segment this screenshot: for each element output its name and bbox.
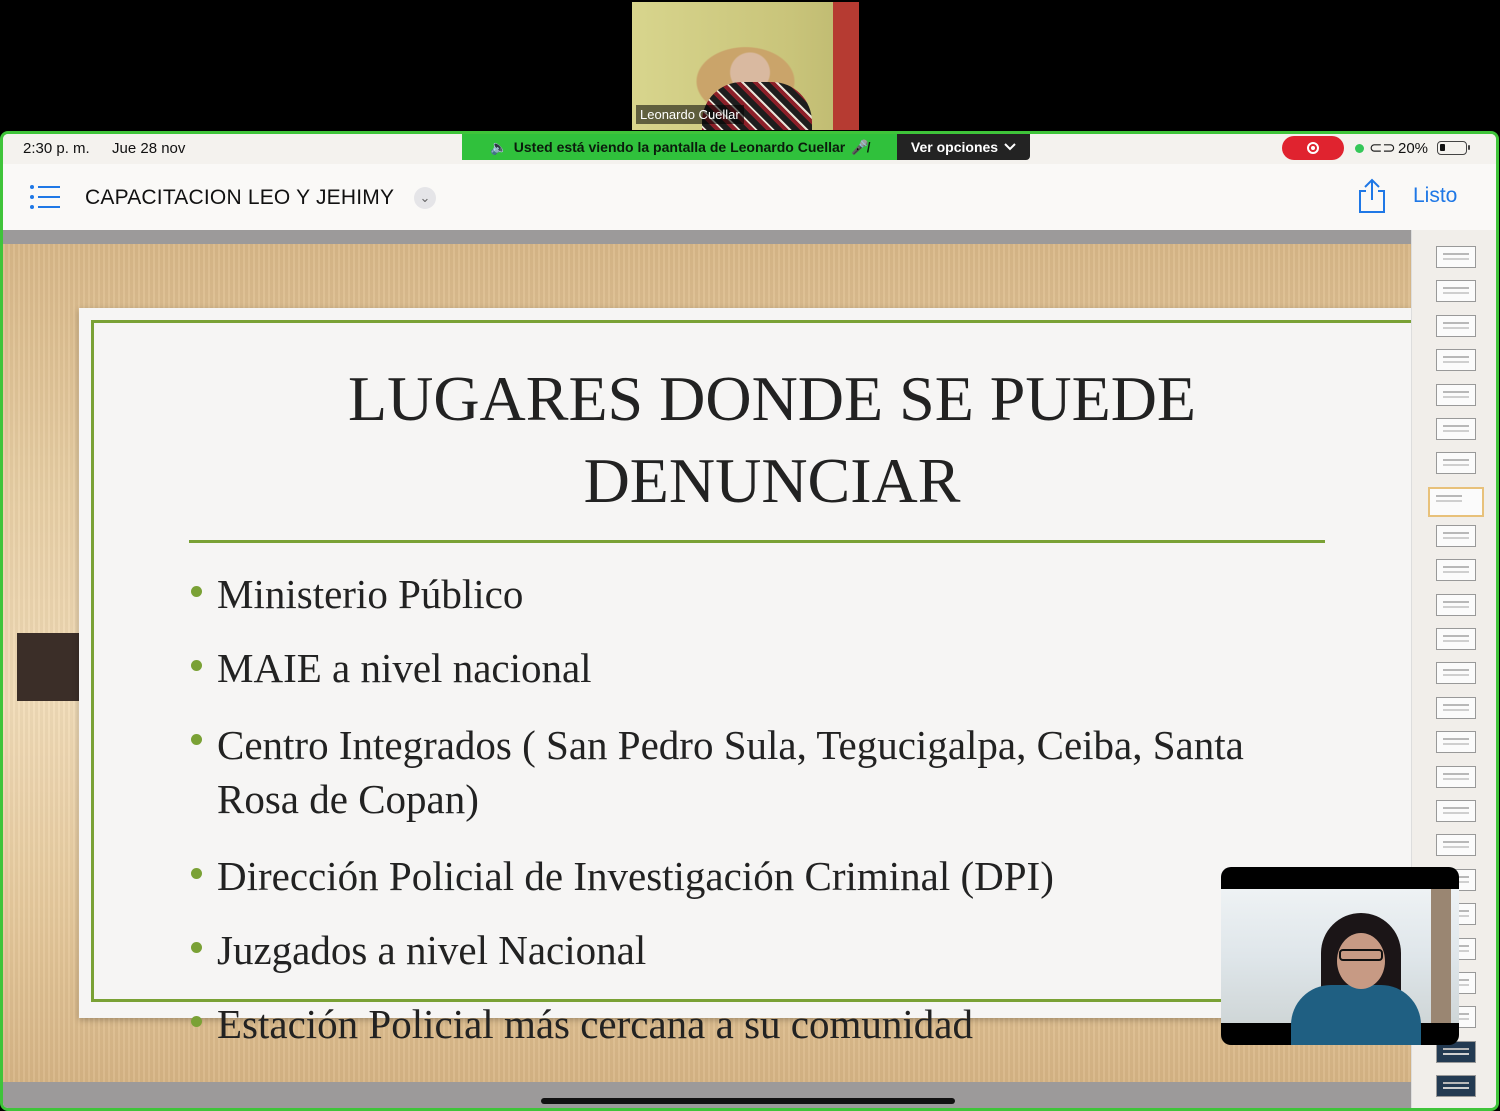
view-options-label: Ver opciones	[910, 139, 999, 155]
share-icon[interactable]	[1356, 178, 1388, 214]
bullet-dot	[191, 942, 202, 953]
slide-canvas: LUGARES DONDE SE PUEDE DENUNCIAR Ministe…	[3, 230, 1411, 1108]
bullet-text: Ministerio Público	[217, 571, 524, 617]
bullet-dot	[191, 660, 202, 671]
chevron-down-icon[interactable]: ⌄	[414, 187, 436, 209]
slide-thumbnail[interactable]	[1436, 559, 1476, 582]
bullet-list: Ministerio Público MAIE a nivel nacional…	[189, 570, 1317, 1048]
bullet-text: Centro Integrados ( San Pedro Sula, Tegu…	[217, 722, 1244, 822]
slide-thumbnail[interactable]	[1436, 246, 1476, 268]
background-door	[833, 2, 859, 130]
slide-thumbnail[interactable]	[1436, 731, 1476, 754]
mic-off-icon: 🎤̸	[851, 138, 869, 155]
list-icon[interactable]	[29, 184, 61, 210]
slide-thumbnail[interactable]	[1436, 662, 1476, 685]
slide-thumbnail[interactable]	[1436, 383, 1476, 406]
screen-share-banner: 🔈 Usted está viendo la pantalla de Leona…	[462, 134, 897, 160]
view-options-button[interactable]: Ver opciones	[897, 134, 1030, 160]
bullet-item: Juzgados a nivel Nacional	[189, 926, 1317, 974]
chevron-down-icon	[1004, 143, 1016, 151]
share-banner-text: Usted está viendo la pantalla de Leonard…	[513, 139, 846, 155]
slide-thumbnail[interactable]	[1436, 696, 1476, 719]
record-icon	[1307, 142, 1319, 154]
bullet-item: Dirección Policial de Investigación Crim…	[189, 852, 1317, 900]
status-time: 2:30 p. m.	[23, 140, 90, 157]
participant-glasses	[1339, 949, 1383, 961]
bullet-text: Juzgados a nivel Nacional	[217, 927, 647, 973]
bullet-text: Dirección Policial de Investigación Crim…	[217, 853, 1054, 899]
self-view-frame	[1221, 889, 1459, 1045]
slide-thumbnail[interactable]	[1428, 486, 1484, 517]
background-window	[1431, 889, 1451, 1023]
bullet-item: MAIE a nivel nacional	[189, 644, 1317, 692]
battery-icon	[1437, 141, 1470, 155]
camera-in-use-dot	[1355, 144, 1364, 153]
slide-title: LUGARES DONDE SE PUEDE DENUNCIAR	[348, 363, 1196, 516]
document-title[interactable]: CAPACITACION LEO Y JEHIMY	[85, 186, 394, 210]
speaker-icon: 🔈	[490, 138, 508, 155]
slide-thumbnail[interactable]	[1436, 593, 1476, 616]
participant-face	[1337, 933, 1385, 989]
bullet-item: Centro Integrados ( San Pedro Sula, Tegu…	[189, 718, 1317, 826]
battery-percentage: 20%	[1398, 140, 1429, 157]
slide-thumbnail[interactable]	[1436, 800, 1476, 822]
speaker-video-tile[interactable]: Leonardo Cuellar	[632, 2, 859, 130]
link-icon: ⊂⊃	[1369, 140, 1396, 157]
slide-thumbnail[interactable]	[1436, 765, 1476, 788]
screen-record-indicator[interactable]	[1282, 136, 1344, 160]
self-view-video-tile[interactable]	[1221, 867, 1459, 1045]
bullet-item: Estación Policial más cercana a su comun…	[189, 1000, 1317, 1048]
speaker-name-label: Leonardo Cuellar	[636, 105, 744, 124]
bullet-text: MAIE a nivel nacional	[217, 645, 592, 691]
slide-page: LUGARES DONDE SE PUEDE DENUNCIAR Ministe…	[79, 308, 1411, 1047]
slide-thumbnail[interactable]	[1436, 628, 1476, 650]
bullet-dot	[191, 868, 202, 879]
participant-body	[1291, 985, 1421, 1045]
keynote-header: CAPACITACION LEO Y JEHIMY ⌄ Listo	[3, 164, 1496, 230]
bullet-dot	[191, 734, 202, 745]
slide-thumbnail[interactable]	[1436, 280, 1476, 303]
slide-thumbnail[interactable]	[1436, 452, 1476, 475]
done-button[interactable]: Listo	[1413, 184, 1457, 208]
slide-thumbnail[interactable]	[1436, 524, 1476, 547]
bullet-dot	[191, 1016, 202, 1027]
bullet-dot	[191, 586, 202, 597]
slide-thumbnail[interactable]	[1436, 349, 1476, 372]
slide-thumbnail[interactable]	[1436, 418, 1476, 440]
zoom-top-bar: Leonardo Cuellar	[0, 0, 1500, 132]
bullet-text: Estación Policial más cercana a su comun…	[217, 1001, 973, 1047]
status-date: Jue 28 nov	[112, 140, 186, 157]
home-indicator[interactable]	[541, 1098, 955, 1104]
slide-thumbnail[interactable]	[1436, 314, 1476, 337]
ipad-status-bar: 2:30 p. m. Jue 28 nov 🔈 Usted está viend…	[3, 134, 1496, 164]
slide-thumbnail[interactable]	[1436, 834, 1476, 857]
bullet-item: Ministerio Público	[189, 570, 1317, 618]
title-divider	[189, 540, 1325, 543]
slide-thumbnail[interactable]	[1436, 1075, 1476, 1098]
